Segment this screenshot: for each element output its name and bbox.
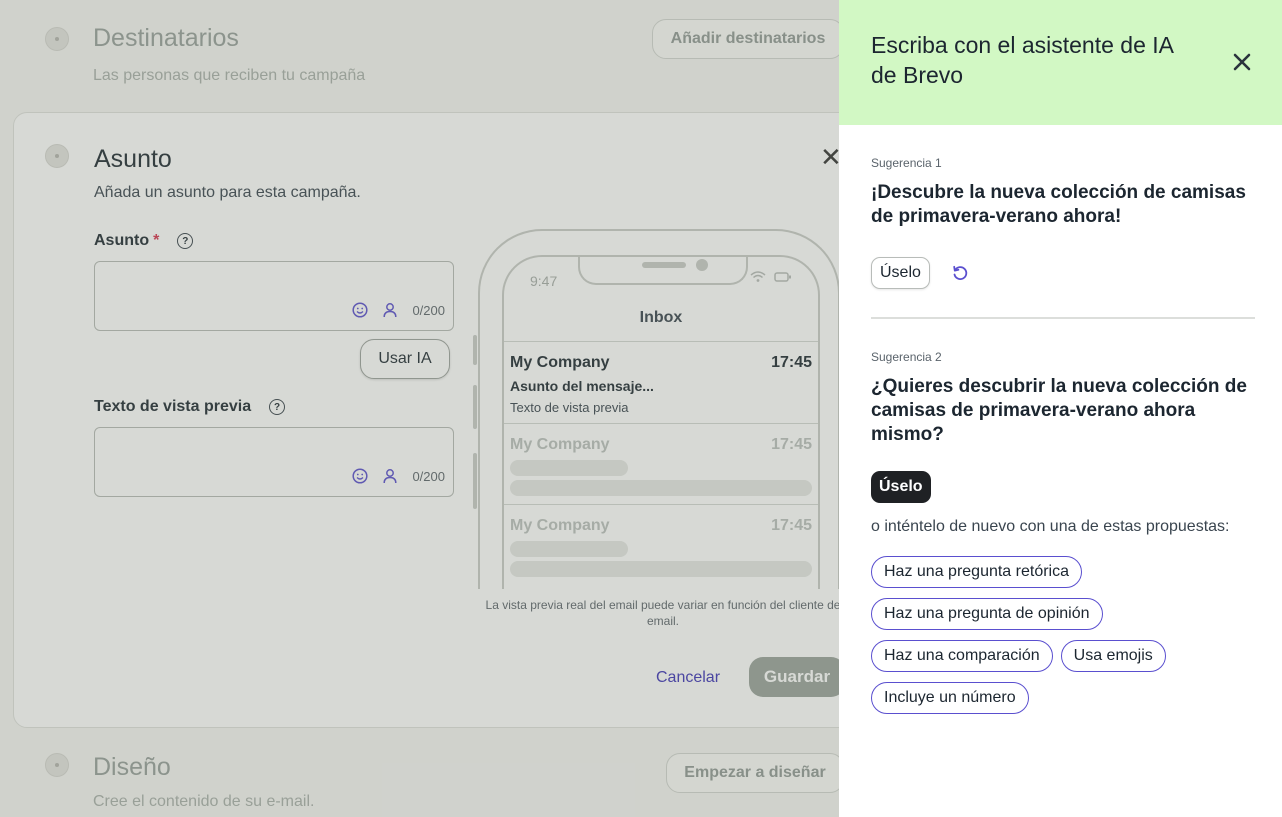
drawer-header: Escriba con el asistente de IA de Brevo	[839, 0, 1282, 125]
start-design-button[interactable]: Empezar a diseñar	[666, 753, 839, 793]
design-subtitle: Cree el contenido de su e-mail.	[93, 793, 315, 810]
personalize-user-icon[interactable]	[382, 302, 398, 318]
phone-side-button	[473, 335, 477, 365]
prompt-chips: Haz una pregunta retórica Haz una pregun…	[871, 556, 1271, 714]
campaign-editor: Destinatarios Las personas que reciben t…	[0, 0, 839, 817]
inbox-title: Inbox	[639, 309, 683, 326]
use-suggestion-button[interactable]: Úselo	[871, 257, 930, 289]
list-item: My Company 17:45	[504, 423, 818, 505]
required-mark: *	[153, 232, 160, 249]
cancel-button[interactable]: Cancelar	[656, 669, 720, 687]
list-item: My Company 17:45 Asunto del mensaje... T…	[504, 341, 818, 423]
step-indicator-subject	[45, 144, 69, 168]
suggestion-label: Sugerencia 2	[871, 350, 942, 364]
divider	[871, 317, 1255, 319]
close-icon[interactable]: ✕	[820, 144, 839, 170]
phone-time: 9:47	[530, 273, 558, 289]
battery-icon	[774, 272, 791, 282]
help-icon[interactable]: ?	[269, 399, 286, 415]
suggestion-text: ¡Descubre la nueva colección de camisas …	[871, 182, 1246, 227]
personalize-user-icon[interactable]	[382, 468, 398, 484]
wifi-icon	[750, 271, 766, 282]
use-suggestion-button[interactable]: Úselo	[871, 471, 931, 503]
subject-card: Asunto Añada un asunto para esta campaña…	[13, 112, 839, 728]
emoji-icon[interactable]	[352, 302, 369, 318]
subject-input[interactable]: 0/200	[94, 261, 454, 331]
list-item: My Company 17:45	[504, 504, 818, 586]
add-recipients-button[interactable]: Añadir destinatarios	[652, 19, 839, 59]
phone-preview-note: La vista previa real del email puede var…	[485, 598, 839, 628]
drawer-title: Escriba con el asistente de IA de Brevo	[871, 32, 1173, 88]
preview-counter: 0/200	[412, 468, 445, 484]
suggestion-label: Sugerencia 1	[871, 156, 942, 170]
prompt-chip[interactable]: Usa emojis	[1060, 640, 1166, 672]
subject-label: Asunto * ?	[94, 232, 194, 250]
phone-status-icons	[750, 271, 792, 283]
suggestion-text: ¿Quieres descubrir la nueva colección de…	[871, 376, 1247, 445]
prompt-chip[interactable]: Haz una comparación	[871, 640, 1053, 672]
ai-assistant-drawer: Escriba con el asistente de IA de Brevo …	[839, 0, 1282, 817]
subject-card-subtitle: Añada un asunto para esta campaña.	[94, 184, 361, 201]
recipients-title: Destinatarios	[93, 24, 239, 52]
preview-text-label: Texto de vista previa ?	[94, 398, 286, 416]
phone-screen: 9:47 Inbox My Company 17:45 Asunto del m…	[502, 255, 820, 589]
preview-text-input[interactable]: 0/200	[94, 427, 454, 497]
refresh-icon[interactable]	[951, 264, 969, 282]
phone-side-button	[473, 453, 477, 509]
step-indicator-recipients	[45, 27, 69, 51]
help-icon[interactable]: ?	[177, 233, 194, 249]
recipients-subtitle: Las personas que reciben tu campaña	[93, 67, 366, 84]
phone-notch	[578, 257, 748, 285]
prompt-chip[interactable]: Haz una pregunta de opinión	[871, 598, 1103, 630]
design-title: Diseño	[93, 753, 171, 781]
subject-tools: 0/200	[352, 302, 445, 318]
emoji-icon[interactable]	[352, 468, 369, 484]
phone-side-button	[473, 385, 477, 429]
preview-tools: 0/200	[352, 468, 445, 484]
use-ai-button[interactable]: Usar IA	[360, 339, 450, 379]
phone-preview: 9:47 Inbox My Company 17:45 Asunto del m…	[478, 229, 839, 589]
step-indicator-design	[45, 753, 69, 777]
retry-prompt-text: o inténtelo de nuevo con una de estas pr…	[871, 518, 1230, 535]
prompt-chip[interactable]: Haz una pregunta retórica	[871, 556, 1082, 588]
subject-counter: 0/200	[412, 302, 445, 318]
prompt-chip[interactable]: Incluye un número	[871, 682, 1029, 714]
subject-card-title: Asunto	[94, 145, 172, 173]
close-icon[interactable]	[1230, 50, 1254, 74]
save-button[interactable]: Guardar	[749, 657, 839, 697]
